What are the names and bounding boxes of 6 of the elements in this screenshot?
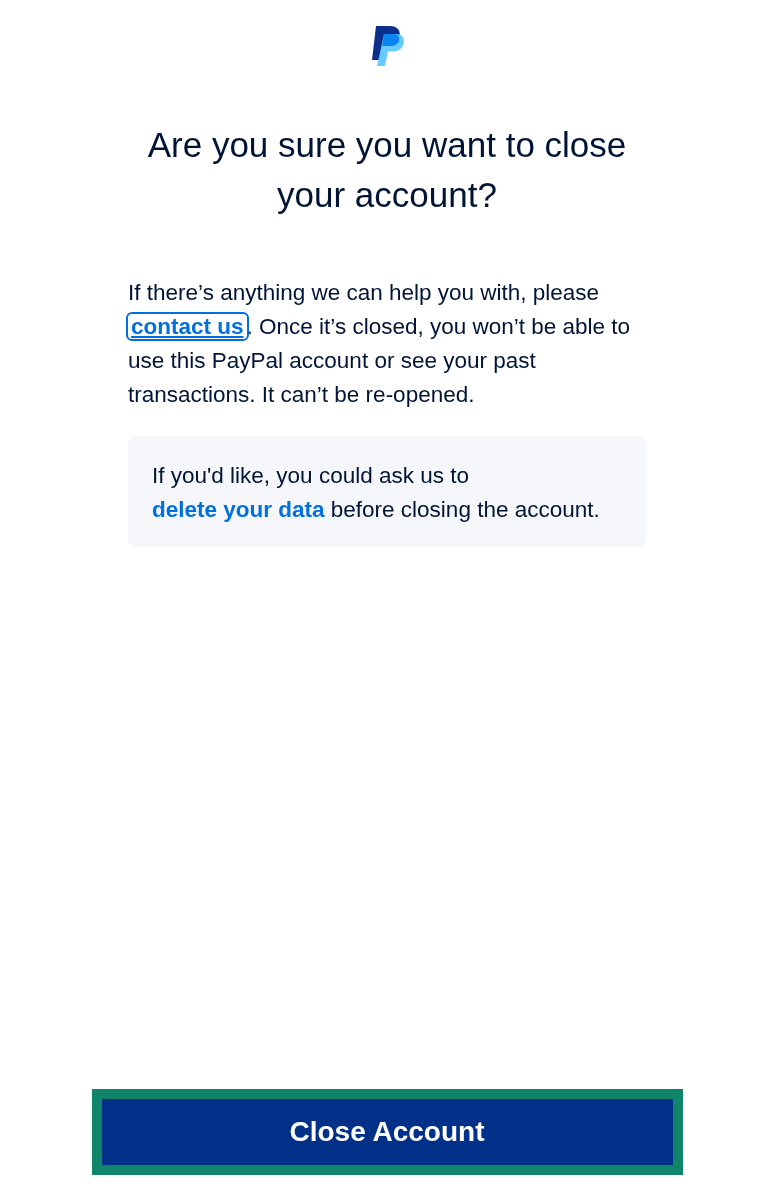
close-account-button[interactable]: Close Account — [91, 1089, 683, 1175]
link[interactable]: delete your data — [152, 497, 325, 522]
link[interactable]: contact us — [128, 314, 247, 339]
heading: Are you sure you want to close your account? — [146, 124, 628, 216]
message-text: If there’s anything we can help you with, please contact us. Once it’s closed, you won’t be able to use this PayPal account or see your past transactions. It can’t be re-opened. — [128, 279, 632, 409]
info-text: If you'd like, you could ask us to delete your data before closing the account. — [152, 462, 601, 524]
